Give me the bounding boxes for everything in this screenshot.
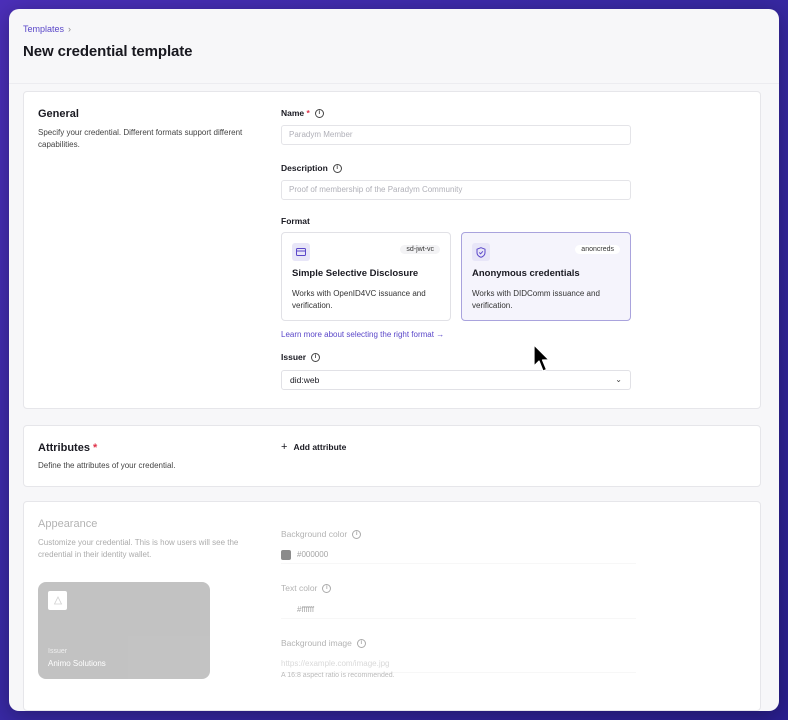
- preview-issuer-label: Issuer: [48, 648, 68, 655]
- mouse-cursor-icon: [533, 344, 550, 372]
- description-input[interactable]: Proof of membership of the Paradym Commu…: [281, 180, 631, 200]
- format-label: Format: [281, 216, 310, 226]
- bg-color-input[interactable]: #000000: [281, 546, 636, 564]
- breadcrumb-templates-link[interactable]: Templates: [23, 24, 64, 34]
- appearance-section: Appearance Customize your credential. Th…: [23, 501, 761, 711]
- description-label: Description i: [281, 163, 342, 173]
- name-label: Name * i: [281, 108, 324, 118]
- format-option-anoncreds[interactable]: anoncreds Anonymous credentials Works wi…: [461, 232, 631, 321]
- plus-icon: +: [281, 441, 288, 453]
- issuer-logo: [48, 591, 67, 610]
- format-title: Simple Selective Disclosure: [292, 268, 419, 279]
- credential-card-icon: [292, 243, 310, 261]
- app-window: Templates › New credential template Gene…: [9, 9, 779, 711]
- color-swatch: [281, 549, 291, 560]
- credential-preview: Issuer Animo Solutions: [38, 582, 210, 679]
- color-swatch: [281, 604, 291, 615]
- text-color-input[interactable]: #ffffff: [281, 601, 636, 619]
- format-option-sd-jwt-vc[interactable]: sd-jwt-vc Simple Selective Disclosure Wo…: [281, 232, 451, 321]
- general-title: General: [38, 108, 79, 120]
- appearance-title: Appearance: [38, 518, 98, 530]
- format-description: Works with OpenID4VC issuance and verifi…: [292, 289, 426, 310]
- info-icon[interactable]: i: [332, 163, 342, 173]
- bg-color-label: Background color i: [281, 529, 362, 539]
- learn-more-link[interactable]: Learn more about selecting the right for…: [281, 330, 444, 339]
- page-header: Templates › New credential template: [9, 9, 779, 84]
- attributes-description: Define the attributes of your credential…: [38, 461, 176, 470]
- format-badge: sd-jwt-vc: [400, 245, 440, 254]
- format-badge: anoncreds: [575, 245, 620, 254]
- breadcrumb: Templates ›: [23, 24, 779, 34]
- attributes-section: Attributes * Define the attributes of yo…: [23, 425, 761, 487]
- issuer-select[interactable]: did:web ⌄: [281, 370, 631, 390]
- bg-image-input[interactable]: https://example.com/image.jpg: [281, 655, 636, 673]
- attributes-title: Attributes *: [38, 442, 98, 454]
- format-description: Works with DIDComm issuance and verifica…: [472, 289, 600, 310]
- shield-check-icon: [472, 243, 490, 261]
- info-icon[interactable]: i: [322, 583, 332, 593]
- info-icon[interactable]: i: [314, 108, 324, 118]
- bg-image-hint: A 16:8 aspect ratio is recommended.: [281, 672, 395, 679]
- general-section: General Specify your credential. Differe…: [23, 91, 761, 409]
- page-title: New credential template: [23, 43, 193, 60]
- preview-issuer-name: Animo Solutions: [48, 659, 106, 668]
- format-title: Anonymous credentials: [472, 268, 580, 279]
- general-description: Specify your credential. Different forma…: [38, 128, 243, 149]
- info-icon[interactable]: i: [356, 638, 366, 648]
- chevron-right-icon: ›: [68, 24, 72, 34]
- info-icon[interactable]: i: [352, 529, 362, 539]
- issuer-label: Issuer i: [281, 352, 321, 362]
- chevron-down-icon: ⌄: [615, 375, 622, 384]
- name-input[interactable]: Paradym Member: [281, 125, 631, 145]
- info-icon[interactable]: i: [311, 352, 321, 362]
- bg-image-label: Background image i: [281, 638, 366, 648]
- text-color-label: Text color i: [281, 583, 332, 593]
- add-attribute-button[interactable]: + Add attribute: [281, 441, 346, 453]
- appearance-description: Customize your credential. This is how u…: [38, 538, 239, 559]
